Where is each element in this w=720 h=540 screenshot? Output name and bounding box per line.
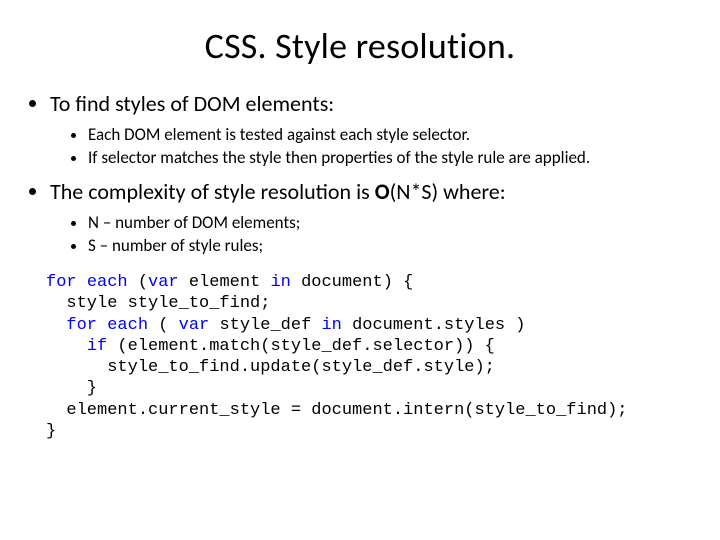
bullet-2-1: N – number of DOM elements; xyxy=(88,212,692,233)
bullet-1-1: Each DOM element is tested against each … xyxy=(88,124,692,145)
code-l1-c: document) { xyxy=(291,273,413,292)
kw-if: if xyxy=(87,337,107,356)
kw-in: in xyxy=(270,273,290,292)
kw-for: for xyxy=(46,273,77,292)
bullet-1-sublist: Each DOM element is tested against each … xyxy=(88,124,692,169)
code-l3-a xyxy=(46,316,66,335)
code-block: for each (var element in document) { sty… xyxy=(46,272,692,442)
code-l5: style_to_find.update(style_def.style); xyxy=(46,358,495,377)
bullet-2-2: S – number of style rules; xyxy=(88,235,692,256)
bullet-1: To find styles of DOM elements: Each DOM… xyxy=(50,90,692,168)
kw-each-2: each xyxy=(107,316,148,335)
bullet-1-2: If selector matches the style then prope… xyxy=(88,147,692,168)
code-l1-a: ( xyxy=(128,273,148,292)
code-l4-a xyxy=(46,337,87,356)
bullet-2-pre: The complexity of style resolution is xyxy=(50,178,375,205)
kw-var: var xyxy=(148,273,179,292)
code-l3-c: style_def xyxy=(209,316,321,335)
code-l3-d: document.styles ) xyxy=(342,316,526,335)
bullet-2-sublist: N – number of DOM elements; S – number o… xyxy=(88,212,692,257)
bullet-2-post: (N*S) where: xyxy=(390,178,506,205)
bullet-2: The complexity of style resolution is O(… xyxy=(50,178,692,256)
kw-var-2: var xyxy=(179,316,210,335)
slide: CSS. Style resolution. To find styles of… xyxy=(0,0,720,540)
kw-each: each xyxy=(87,273,128,292)
code-l3-b: ( xyxy=(148,316,179,335)
bullet-2-bold: O xyxy=(375,178,390,205)
code-l6: } xyxy=(46,379,97,398)
slide-title: CSS. Style resolution. xyxy=(28,24,692,68)
bullet-1-text: To find styles of DOM elements: xyxy=(50,90,334,117)
code-l2: style style_to_find; xyxy=(46,294,270,313)
code-l1-b: element xyxy=(179,273,271,292)
code-l8: } xyxy=(46,422,56,441)
code-l4-b: (element.match(style_def.selector)) { xyxy=(107,337,495,356)
kw-for-2: for xyxy=(66,316,97,335)
code-l7: element.current_style = document.intern(… xyxy=(46,401,628,420)
bullet-list-level1: To find styles of DOM elements: Each DOM… xyxy=(50,90,692,256)
kw-in-2: in xyxy=(321,316,341,335)
